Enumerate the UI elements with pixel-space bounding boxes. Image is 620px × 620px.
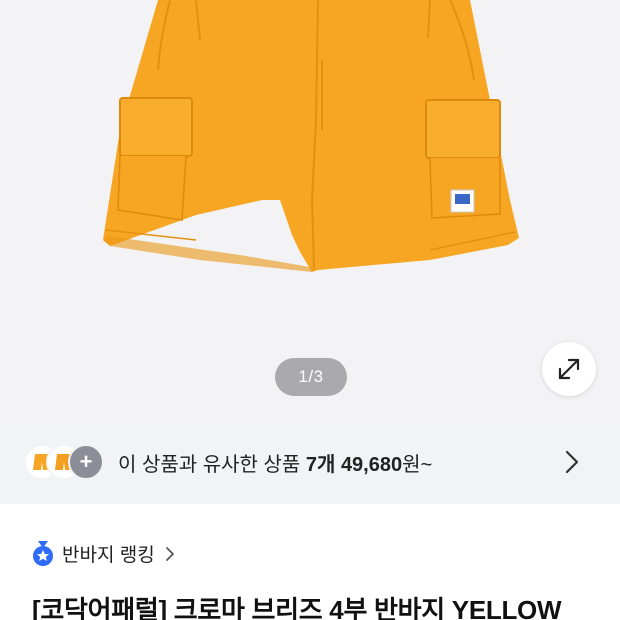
ranking-label: 반바지 랭킹	[62, 545, 155, 566]
expand-image-button[interactable]	[542, 342, 596, 396]
similar-count: 7개	[305, 453, 336, 476]
product-image[interactable]	[0, 0, 620, 420]
similar-thumbnails: +	[24, 442, 108, 482]
chevron-right-icon	[165, 546, 174, 561]
image-counter: 1/3	[275, 358, 347, 396]
similar-price: 49,680	[340, 453, 403, 476]
similar-products-bar[interactable]: + 이 상품과 유사한 상품 7개 49,680원~	[0, 420, 620, 504]
medal-icon	[33, 540, 53, 566]
ranking-link[interactable]: 반바지 랭킹	[32, 540, 175, 567]
product-image-gallery[interactable]: 1/3	[0, 0, 620, 420]
chevron-right-icon[interactable]	[562, 450, 582, 474]
plus-icon: +	[68, 444, 104, 480]
similar-price-suffix: 원~	[402, 453, 433, 476]
similar-products-text: 이 상품과 유사한 상품 7개 49,680원~	[118, 448, 432, 477]
product-title: [코닥어패럴] 크로마 브리즈 4부 반바지 YELLOW	[32, 595, 562, 620]
expand-arrows-icon	[558, 358, 580, 380]
similar-text-prefix: 이 상품과 유사한 상품	[118, 453, 301, 476]
